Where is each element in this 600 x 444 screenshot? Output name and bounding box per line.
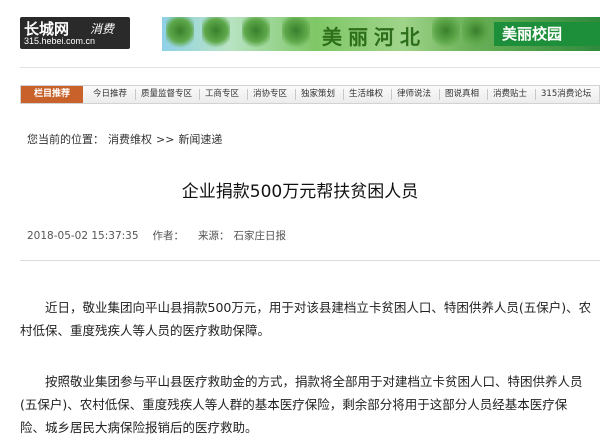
nav-divider bbox=[439, 89, 440, 100]
article-title: 企业捐款500万元帮扶贫困人员 bbox=[181, 182, 419, 202]
tree-decoration bbox=[242, 17, 270, 51]
nav-item-industry[interactable]: 工商专区 bbox=[205, 86, 239, 103]
nav-item-lawyer[interactable]: 律师说法 bbox=[397, 86, 431, 103]
nav-item-exclusive[interactable]: 独家策划 bbox=[301, 86, 335, 103]
breadcrumb-prefix: 您当前的位置： bbox=[27, 133, 104, 146]
article-paragraph: 近日，敬业集团向平山县捐款500万元，用于对该县建档立卡贫困人口、特困供养人员(… bbox=[20, 300, 592, 338]
nav-divider bbox=[535, 89, 536, 100]
tree-decoration bbox=[282, 17, 310, 51]
column-nav-bar: 栏目推荐 今日推荐 质量监督专区 工商专区 消协专区 独家策划 生活维权 律师说… bbox=[20, 85, 600, 104]
breadcrumb-link-rights[interactable]: 消费维权 bbox=[108, 133, 152, 146]
nav-divider bbox=[391, 89, 392, 100]
banner-tag: 美丽校园 bbox=[494, 22, 600, 46]
nav-item-tips[interactable]: 消费贴士 bbox=[493, 86, 527, 103]
article-paragraph: 按照敬业集团参与平山县医疗救助金的方式，捐款将全部用于对建档立卡贫困人口、特困供… bbox=[20, 374, 583, 435]
site-logo[interactable]: 长城网 消费 315.hebei.com.cn bbox=[20, 17, 130, 49]
source-label: 来源： bbox=[198, 230, 230, 242]
logo-url-text: 315.hebei.com.cn bbox=[24, 36, 96, 46]
title-divider bbox=[20, 260, 600, 261]
nav-item-forum[interactable]: 315消费论坛 bbox=[541, 86, 591, 103]
nav-item-consumer-assoc[interactable]: 消协专区 bbox=[253, 86, 287, 103]
nav-divider bbox=[487, 89, 488, 100]
article-date: 2018-05-02 15:37:35 bbox=[27, 230, 139, 242]
article-meta: 2018-05-02 15:37:35 作者： 来源： 石家庄日报 bbox=[27, 228, 300, 243]
site-header: 长城网 消费 315.hebei.com.cn 美丽河北 美丽校园 bbox=[0, 0, 600, 58]
header-banner-ad[interactable]: 美丽河北 美丽校园 bbox=[162, 17, 600, 51]
nav-divider bbox=[247, 89, 248, 100]
tree-decoration bbox=[202, 17, 230, 51]
nav-item-rights[interactable]: 生活维权 bbox=[349, 86, 383, 103]
breadcrumb-separator: >> bbox=[156, 133, 175, 146]
article-source: 石家庄日报 bbox=[233, 230, 287, 242]
nav-divider bbox=[199, 89, 200, 100]
breadcrumb: 您当前的位置： 消费维权 >> 新闻速递 bbox=[27, 131, 226, 147]
nav-divider bbox=[343, 89, 344, 100]
tree-decoration bbox=[166, 17, 194, 51]
banner-title: 美丽河北 bbox=[322, 25, 426, 49]
logo-sub-text: 消费 bbox=[90, 22, 115, 36]
tree-decoration bbox=[432, 17, 460, 51]
header-divider bbox=[20, 67, 600, 68]
nav-divider bbox=[135, 89, 136, 100]
tree-decoration bbox=[462, 17, 490, 51]
nav-divider bbox=[295, 89, 296, 100]
nav-item-picture[interactable]: 图说真相 bbox=[445, 86, 479, 103]
breadcrumb-link-news[interactable]: 新闻速递 bbox=[178, 133, 222, 146]
author-label: 作者： bbox=[152, 230, 185, 242]
nav-label: 栏目推荐 bbox=[21, 86, 83, 103]
nav-item-today[interactable]: 今日推荐 bbox=[93, 86, 127, 103]
nav-item-quality[interactable]: 质量监督专区 bbox=[141, 86, 192, 103]
